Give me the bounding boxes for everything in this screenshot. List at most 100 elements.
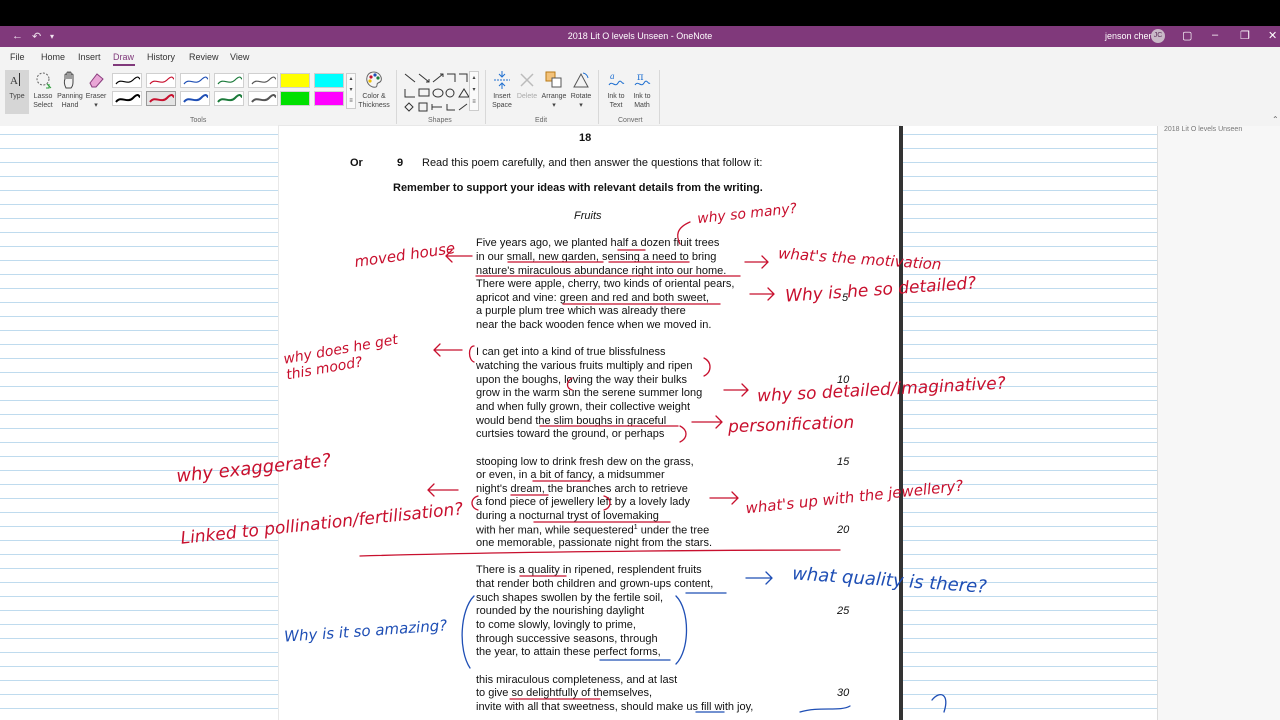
rotate-label: Rotate [570,93,592,100]
ink-to-math-button[interactable]: π Ink to Math [629,70,655,110]
rotate-button[interactable]: Rotate ▾ [568,70,594,110]
eraser-icon [89,73,104,88]
line-number: 20 [837,524,850,536]
highlighter-cyan[interactable] [314,73,344,88]
pen-green-thick[interactable] [214,91,244,106]
user-name[interactable]: jenson chen [1105,31,1154,41]
pen-blue-thin[interactable] [180,73,210,88]
tab-draw[interactable]: Draw [113,52,134,62]
poem-line: to come slowly, lovingly to prime, [476,619,636,631]
eraser-label: Eraser [85,93,107,100]
poem-line: and when fully grown, their collective w… [476,401,691,413]
reminder: Remember to support your ideas with rele… [393,182,763,194]
palette-icon [366,71,382,88]
poem-line: with her man, while sequestered1 under t… [476,524,709,537]
tab-view[interactable]: View [230,52,249,62]
lasso-label-line2: Select [33,102,53,109]
color-thickness-button[interactable]: Color & Thickness [357,70,391,110]
poem-line: to give so delightfully of themselves, [476,687,653,699]
poem-line: near the back wooden fence when we moved… [476,319,712,331]
insert-space-icon [494,71,510,89]
highlighter-yellow[interactable] [280,73,310,88]
lasso-select-button[interactable]: Lasso Select [31,70,55,110]
lasso-icon [36,72,52,89]
poem-line: curtsies toward the ground, or perhaps [476,428,665,440]
poem-line: There is a quality in ripened, resplende… [476,564,702,576]
delete-button[interactable]: Delete [515,70,539,101]
collapse-ribbon-icon[interactable]: ⌃ [1272,115,1279,124]
line-number: 25 [837,605,850,617]
instruction: Read this poem carefully, and then answe… [422,157,763,169]
insert-space-line1: Insert [493,93,511,100]
shapes-gallery-scroll[interactable]: ▴ ▾ ≡ [469,71,479,111]
group-label-convert: Convert [618,117,643,124]
poem-line-text: under the tree [640,524,710,537]
full-screen-icon[interactable]: ▢ [1182,29,1192,42]
pen-red-thin[interactable] [146,73,176,88]
type-button[interactable]: A Type [5,70,29,114]
group-label-edit: Edit [535,117,548,124]
pen-black-thick[interactable] [112,91,142,106]
poem-line: There were apple, cherry, two kinds of o… [476,278,735,290]
minimize-icon[interactable]: – [1212,29,1218,41]
tab-review[interactable]: Review [189,52,219,62]
tab-insert[interactable]: Insert [78,52,101,62]
svg-text:A: A [10,75,18,87]
ink-to-text-icon: a [608,71,625,86]
page-list-item[interactable]: 2018 Lit O levels Unseen [1164,126,1242,133]
poem-line: would bend the slim boughs in graceful [476,415,667,427]
page-number: 18 [579,132,592,144]
poem-line: Five years ago, we planted half a dozen … [476,237,720,249]
eraser-dropdown-icon[interactable]: ▾ [94,102,98,109]
pen-green-thin[interactable] [214,73,244,88]
eraser-button[interactable]: Eraser ▾ [84,70,108,110]
pen-gray-thick[interactable] [248,91,278,106]
insert-space-button[interactable]: Insert Space [489,70,515,110]
poem-line: stooping low to drink fresh dew on the g… [476,456,694,468]
poem-line: this miraculous completeness, and at las… [476,674,678,686]
delete-icon [520,73,534,87]
restore-icon[interactable]: ❐ [1240,29,1250,42]
line-number: 15 [837,456,850,468]
rotate-icon [573,72,589,88]
ink-to-math-icon: π [634,72,651,86]
tab-home[interactable]: Home [41,52,65,62]
tab-file[interactable]: File [10,52,25,62]
pen-black-thin[interactable] [112,73,142,88]
group-separator [485,70,486,124]
ink-to-text-line2: Text [609,102,623,109]
poem-line: nature's miraculous abundance right into… [476,265,727,277]
poem-line: through successive seasons, through [476,633,658,645]
poem-line: a purple plum tree which was already the… [476,305,686,317]
pen-gallery-scroll[interactable]: ▴ ▾ ≡ [346,73,356,109]
close-icon[interactable]: ✕ [1268,29,1277,42]
poem-line: night's dream, the branches arch to retr… [476,483,688,495]
ink-to-text-button[interactable]: a Ink to Text [603,70,629,110]
rotate-dropdown-icon[interactable]: ▾ [579,102,583,109]
or-label: Or [350,157,363,169]
poem-line: in our small, new garden, sensing a need… [476,251,717,263]
arrange-dropdown-icon[interactable]: ▾ [552,102,556,109]
ribbon-tabs: File Home Insert Draw History Review Vie… [0,47,1280,67]
delete-label: Delete [516,93,538,100]
group-separator [659,70,660,124]
panning-hand-button[interactable]: Panning Hand [56,70,84,110]
page-edge [899,126,903,720]
ribbon: A Type Lasso Select Panning Hand Eraser … [0,67,1280,127]
tab-history[interactable]: History [147,52,175,62]
title-bar: ← ↶ ▾ 2018 Lit O levels Unseen - OneNote… [0,26,1280,47]
line-number: 30 [837,687,850,699]
poem-line: grow in the warm sun the serene summer l… [476,387,703,399]
poem-title: Fruits [574,210,602,222]
pen-blue-thick[interactable] [180,91,210,106]
hand-icon [63,71,74,89]
arrange-button[interactable]: Arrange ▾ [540,70,568,110]
color-thickness-line1: Color & [362,93,386,100]
highlighter-green[interactable] [280,91,310,106]
pen-red-thick-selected[interactable] [146,91,176,106]
avatar[interactable]: JC [1151,29,1165,43]
poem-line: that render both children and grown-ups … [476,578,714,590]
pen-gray-thin[interactable] [248,73,278,88]
poem-line: apricot and vine: green and red and both… [476,292,709,304]
highlighter-magenta[interactable] [314,91,344,106]
